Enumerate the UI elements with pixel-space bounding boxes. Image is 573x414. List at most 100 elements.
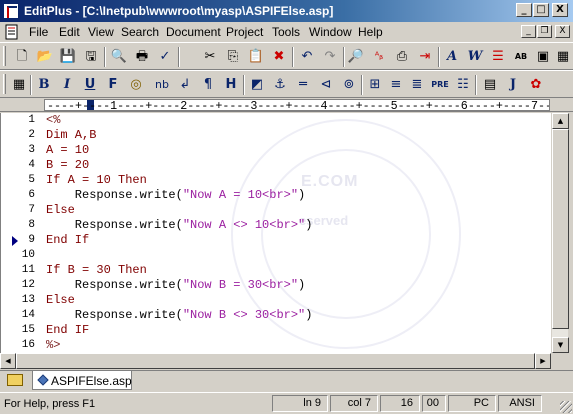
resize-grip[interactable] [560, 401, 572, 413]
comment-icon[interactable]: ⊲ [316, 75, 336, 95]
vertical-scroll-thumb[interactable] [552, 129, 569, 329]
status-encoding[interactable]: ANSI [498, 395, 542, 412]
browser-preview-icon[interactable]: ▦ [9, 75, 29, 95]
scroll-right-button[interactable]: ▶ [535, 353, 551, 369]
document-icon[interactable] [4, 24, 20, 40]
paste-icon[interactable]: 📋 [246, 47, 266, 67]
save-all-icon[interactable]: 🖫 [81, 47, 101, 67]
scroll-up-button[interactable]: ▲ [552, 113, 569, 129]
code-line[interactable]: Dim A,B [46, 128, 96, 143]
code-line[interactable]: Response.write("Now B = 30<br>") [46, 278, 305, 293]
window-icon[interactable]: ▣ [533, 47, 553, 67]
app-icon[interactable] [3, 3, 19, 19]
scroll-left-button[interactable]: ◀ [0, 353, 16, 369]
italic-icon[interactable]: I [57, 75, 77, 95]
code-line[interactable]: Else [46, 203, 75, 218]
javascript-icon[interactable]: J [503, 75, 523, 95]
save-icon[interactable]: 💾 [58, 47, 78, 67]
mdi-close-button[interactable]: X [555, 25, 570, 38]
delete-icon[interactable]: ✖ [269, 47, 289, 67]
status-file-format[interactable]: PC [448, 395, 496, 412]
code-line[interactable]: %> [46, 338, 60, 353]
paragraph-icon[interactable]: ¶ [198, 75, 218, 95]
code-token: End If [46, 233, 90, 247]
list-icon[interactable]: ☷ [453, 75, 473, 95]
replace-icon[interactable]: ᴬᵦ [369, 47, 389, 67]
mdi-minimize-button[interactable]: _ [521, 25, 536, 38]
menu-view[interactable]: View [88, 25, 114, 39]
menu-help[interactable]: Help [358, 25, 383, 39]
undo-icon[interactable]: ↶ [297, 47, 317, 67]
font-tag-icon[interactable]: F [103, 75, 123, 95]
heading-icon[interactable]: H [221, 75, 241, 95]
properties-icon[interactable]: ▦ [553, 47, 573, 67]
anchor-icon[interactable]: ⚓ [270, 75, 290, 95]
scroll-down-button[interactable]: ▼ [552, 337, 569, 353]
copy-icon[interactable]: ⎘ [223, 47, 243, 67]
bold-icon[interactable]: B [34, 75, 54, 95]
menu-file[interactable]: File [29, 25, 48, 39]
folder-icon[interactable] [7, 374, 23, 386]
code-line[interactable]: End IF [46, 323, 89, 338]
toolbar-grip[interactable] [3, 74, 6, 94]
line-number-icon[interactable]: ☰ [488, 47, 508, 67]
toolbar-grip[interactable] [3, 46, 6, 66]
redo-icon[interactable]: ↷ [320, 47, 340, 67]
cut-icon[interactable]: ✂ [200, 47, 220, 67]
minimize-button[interactable]: _ [516, 3, 532, 17]
code-editor[interactable]: E.COM eserved 1 2 3 4 5 6 7 8 9 10 11 12 13 14 15 16 <%… [0, 113, 551, 353]
underline-icon[interactable]: U [80, 75, 100, 95]
form-icon[interactable]: ▤ [480, 75, 500, 95]
horizontal-scroll-thumb[interactable] [16, 353, 535, 369]
find-icon[interactable]: 🔎 [346, 47, 366, 67]
spell-check-icon[interactable]: ✓ [155, 47, 175, 67]
goto-icon[interactable]: ⎙ [392, 47, 412, 67]
new-file-icon[interactable]: 🗋 [12, 47, 32, 67]
maximize-button[interactable]: □ [533, 3, 549, 17]
menu-window[interactable]: Window [309, 25, 352, 39]
menu-project[interactable]: Project [226, 25, 263, 39]
line-number: 16 [21, 339, 35, 351]
plugin-icon[interactable]: ✿ [526, 75, 546, 95]
table-icon[interactable]: ⊞ [365, 75, 385, 95]
font-icon[interactable]: A [442, 47, 462, 67]
vertical-scrollbar[interactable]: ▲ ▼ [551, 113, 569, 353]
line-break-icon[interactable]: ↲ [175, 75, 195, 95]
close-button[interactable]: X [552, 3, 568, 17]
ruler-strip[interactable]: ----+----1----+----2----+----3----+----4… [44, 99, 550, 111]
code-token: Response.write( [46, 308, 183, 322]
code-line[interactable]: <% [46, 113, 60, 128]
pre-icon[interactable]: PRE [430, 75, 450, 95]
hr-icon[interactable]: ═ [293, 75, 313, 95]
code-line[interactable]: B = 20 [46, 158, 89, 173]
menu-edit[interactable]: Edit [59, 25, 80, 39]
menu-tools[interactable]: Tools [272, 25, 300, 39]
menu-search[interactable]: Search [121, 25, 159, 39]
code-line[interactable]: Response.write("Now A = 10<br>") [46, 188, 305, 203]
open-folder-icon[interactable]: 📂 [35, 47, 55, 67]
nbsp-icon[interactable]: nb [152, 75, 172, 95]
horizontal-scrollbar[interactable]: ◀ ▶ [0, 353, 551, 369]
code-line[interactable]: If A = 10 Then [46, 173, 147, 188]
line-number: 14 [21, 309, 35, 321]
align-icon[interactable]: ≣ [407, 75, 427, 95]
title-bar[interactable]: EditPlus - [C:\Inetpub\wwwroot\myasp\ASP… [0, 0, 573, 22]
code-line[interactable]: Response.write("Now B <> 30<br>") [46, 308, 313, 323]
color-icon[interactable]: ◎ [126, 75, 146, 95]
center-icon[interactable]: ≡ [386, 75, 406, 95]
code-line[interactable]: End If [46, 233, 89, 248]
word-wrap-icon[interactable]: W [465, 47, 485, 67]
target-icon[interactable]: ⊚ [339, 75, 359, 95]
code-line[interactable]: Else [46, 293, 75, 308]
code-line[interactable]: Response.write("Now A <> 10<br>") [46, 218, 313, 233]
image-icon[interactable]: ◩ [247, 75, 267, 95]
code-line[interactable]: If B = 30 Then [46, 263, 147, 278]
menu-document[interactable]: Document [166, 25, 221, 39]
indent-icon[interactable]: ⇥ [415, 47, 435, 67]
column-icon[interactable]: AB [511, 47, 531, 67]
print-icon[interactable]: 🖶 [132, 47, 152, 67]
file-tab-aspifelse[interactable]: ASPIFElse.asp [32, 371, 132, 390]
print-preview-icon[interactable]: 🔍 [109, 47, 129, 67]
code-line[interactable]: A = 10 [46, 143, 89, 158]
mdi-restore-button[interactable]: ❐ [537, 25, 552, 38]
